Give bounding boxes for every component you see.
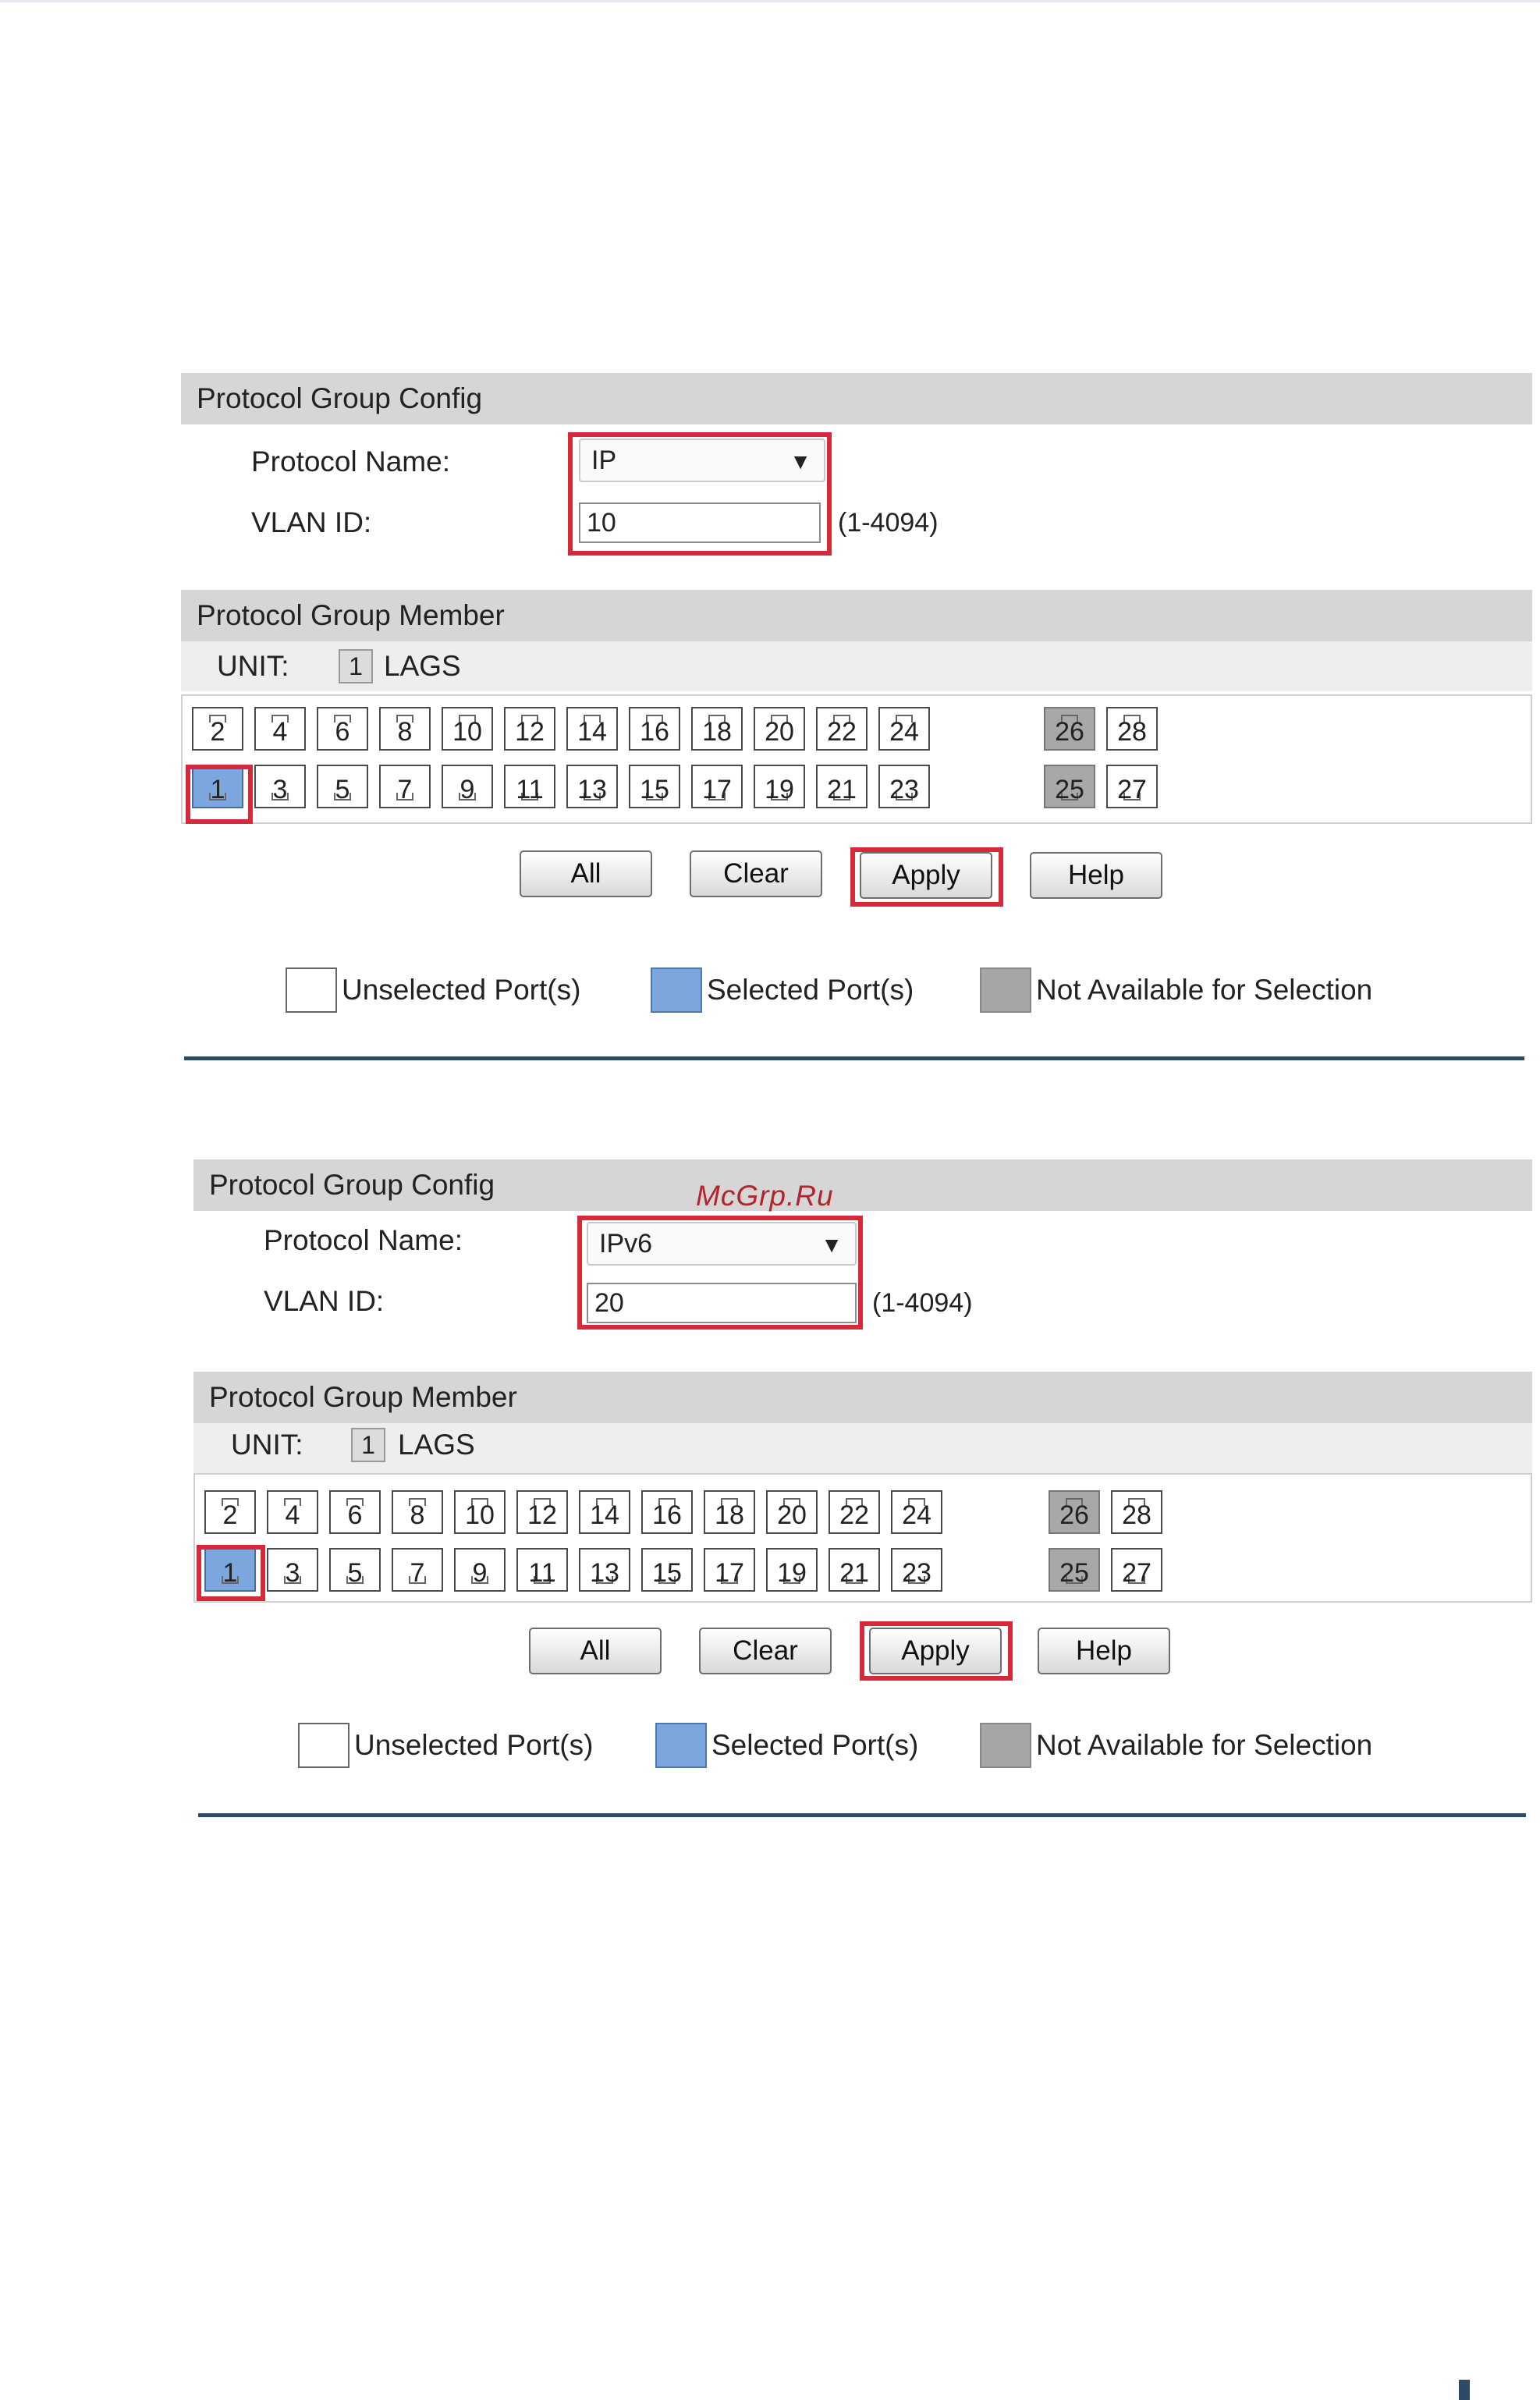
member-header: Protocol Group Member	[193, 1372, 1532, 1423]
port-14[interactable]: 14	[579, 1490, 630, 1534]
not-available-port-icon	[980, 1723, 1031, 1768]
protocol-name-label: Protocol Name:	[251, 446, 450, 478]
unit-label: UNIT:	[217, 650, 289, 682]
unit-1-box[interactable]: 1	[351, 1428, 385, 1462]
unselected-port-icon	[298, 1723, 350, 1768]
port-24[interactable]: 24	[878, 707, 930, 751]
port-20[interactable]: 20	[754, 707, 805, 751]
unit-row	[193, 1423, 1532, 1473]
port-3[interactable]: 3	[267, 1548, 318, 1592]
port-8[interactable]: 8	[392, 1490, 443, 1534]
port-27[interactable]: 27	[1111, 1548, 1162, 1592]
port-6[interactable]: 6	[329, 1490, 381, 1534]
port-26: 26	[1044, 707, 1095, 751]
highlight-config-fields	[577, 1216, 863, 1330]
port-20[interactable]: 20	[766, 1490, 818, 1534]
highlight-port-1	[197, 1545, 265, 1601]
help-button[interactable]: Help	[1038, 1628, 1170, 1674]
port-9[interactable]: 9	[454, 1548, 506, 1592]
port-12[interactable]: 12	[504, 707, 555, 751]
port-4[interactable]: 4	[267, 1490, 318, 1534]
port-8[interactable]: 8	[379, 707, 431, 751]
port-25: 25	[1049, 1548, 1100, 1592]
highlight-config-fields	[568, 432, 832, 556]
port-23[interactable]: 23	[891, 1548, 942, 1592]
legend-na: Not Available for Selection	[980, 1723, 1372, 1768]
protocol-group-panel-2: Protocol Group Config McGrp.Ru Protocol …	[0, 780, 1540, 1817]
vlan-range-hint: (1-4094)	[838, 508, 939, 538]
port-18[interactable]: 18	[691, 707, 743, 751]
config-header: Protocol Group Config	[181, 373, 1532, 424]
port-6[interactable]: 6	[317, 707, 368, 751]
selected-port-icon	[655, 1723, 707, 1768]
port-22[interactable]: 22	[816, 707, 868, 751]
highlight-apply	[860, 1621, 1013, 1681]
port-13[interactable]: 13	[579, 1548, 630, 1592]
page-corner-mark	[1459, 2380, 1470, 2400]
port-11[interactable]: 11	[516, 1548, 568, 1592]
unit-1-box[interactable]: 1	[339, 649, 373, 683]
port-26: 26	[1049, 1490, 1100, 1534]
port-22[interactable]: 22	[829, 1490, 880, 1534]
port-16[interactable]: 16	[641, 1490, 693, 1534]
legend-unselected: Unselected Port(s)	[298, 1723, 593, 1768]
port-2[interactable]: 2	[204, 1490, 256, 1534]
port-18[interactable]: 18	[704, 1490, 755, 1534]
lags-label[interactable]: LAGS	[384, 648, 461, 685]
port-16[interactable]: 16	[629, 707, 680, 751]
port-12[interactable]: 12	[516, 1490, 568, 1534]
lags-label[interactable]: LAGS	[398, 1426, 475, 1464]
section-divider	[198, 1813, 1526, 1817]
vlan-id-label: VLAN ID:	[251, 506, 372, 538]
watermark: McGrp.Ru	[696, 1180, 834, 1212]
unit-label: UNIT:	[231, 1429, 303, 1461]
port-28[interactable]: 28	[1111, 1490, 1162, 1534]
protocol-name-label: Protocol Name:	[264, 1224, 463, 1256]
port-14[interactable]: 14	[566, 707, 618, 751]
port-19[interactable]: 19	[766, 1548, 818, 1592]
port-15[interactable]: 15	[641, 1548, 693, 1592]
port-10[interactable]: 10	[454, 1490, 506, 1534]
port-24[interactable]: 24	[891, 1490, 942, 1534]
protocol-group-panel-1: Protocol Group Config Protocol Name: IP …	[0, 0, 1540, 1060]
config-header: Protocol Group Config	[193, 1159, 1532, 1211]
vlan-id-label: VLAN ID:	[264, 1285, 385, 1317]
port-panel: 2 4 6 8 10 12 14 16 18 20 22 24 26 28 1 …	[193, 1473, 1532, 1603]
all-button[interactable]: All	[529, 1628, 662, 1674]
port-5[interactable]: 5	[329, 1548, 381, 1592]
port-21[interactable]: 21	[829, 1548, 880, 1592]
legend-selected: Selected Port(s)	[655, 1723, 918, 1768]
port-7[interactable]: 7	[392, 1548, 443, 1592]
vlan-range-hint: (1-4094)	[872, 1288, 973, 1318]
member-header: Protocol Group Member	[181, 590, 1532, 641]
port-28[interactable]: 28	[1106, 707, 1158, 751]
port-10[interactable]: 10	[442, 707, 493, 751]
port-17[interactable]: 17	[704, 1548, 755, 1592]
clear-button[interactable]: Clear	[699, 1628, 832, 1674]
port-4[interactable]: 4	[254, 707, 306, 751]
port-2[interactable]: 2	[192, 707, 243, 751]
